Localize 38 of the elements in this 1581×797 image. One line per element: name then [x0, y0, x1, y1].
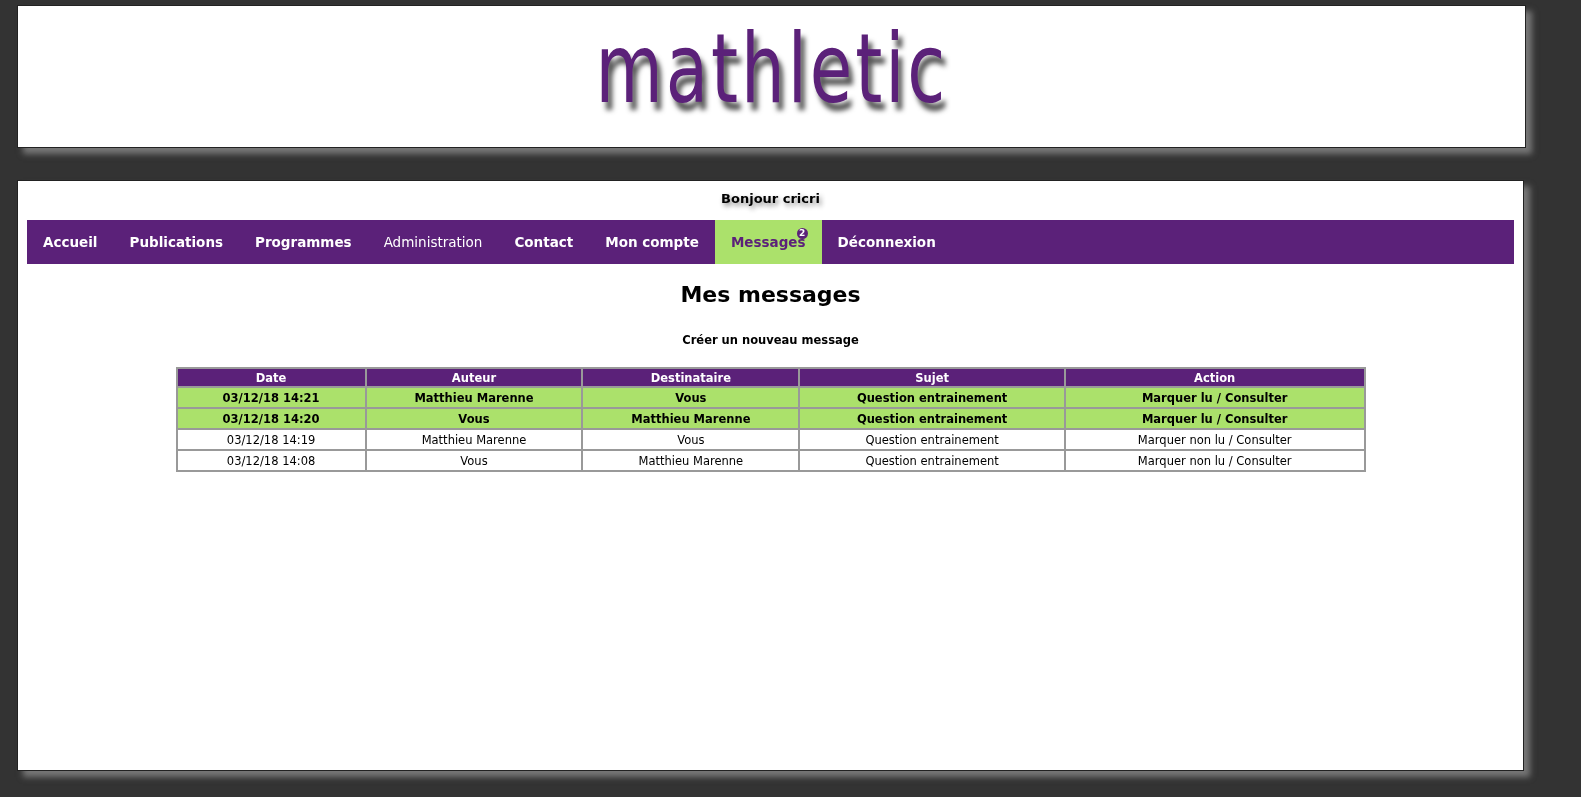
table-cell[interactable]: Marquer lu / Consulter: [1064, 387, 1365, 408]
greeting-text: Bonjour cricri: [721, 190, 820, 208]
table-cell: Matthieu Marenne: [365, 429, 583, 450]
nav-item[interactable]: Accueil: [27, 220, 114, 264]
table-cell: Matthieu Marenne: [582, 408, 800, 429]
nav-item[interactable]: Administration: [367, 220, 499, 264]
nav-item[interactable]: Publications: [113, 220, 240, 264]
nav-item[interactable]: Programmes: [239, 220, 368, 264]
table-cell: 03/12/18 14:08: [176, 450, 366, 471]
table-cell: Vous: [582, 387, 800, 408]
table-cell: Vous: [365, 450, 583, 471]
nav-item[interactable]: Messages 2: [714, 220, 822, 264]
table-cell[interactable]: Marquer lu / Consulter: [1064, 408, 1365, 429]
table-cell: Matthieu Marenne: [582, 450, 800, 471]
table-cell: Question entrainement: [799, 408, 1065, 429]
table-cell: Matthieu Marenne: [365, 387, 583, 408]
table-cell: 03/12/18 14:19: [176, 429, 366, 450]
table-cell: Vous: [582, 429, 800, 450]
column-header: Auteur: [365, 368, 583, 387]
table-cell: 03/12/18 14:21: [176, 387, 366, 408]
table-cell: Question entrainement: [799, 387, 1065, 408]
site-logo: mathletic: [595, 20, 948, 127]
table-cell: Question entrainement: [799, 450, 1065, 471]
nav-item[interactable]: Contact: [498, 220, 590, 264]
column-header: Action: [1064, 368, 1365, 387]
table-cell: Vous: [365, 408, 583, 429]
column-header: Destinataire: [582, 368, 800, 387]
page-title: Mes messages: [680, 282, 861, 307]
column-header: Sujet: [799, 368, 1065, 387]
table-cell: 03/12/18 14:20: [176, 408, 366, 429]
nav-item[interactable]: Déconnexion: [821, 220, 952, 264]
nav-item[interactable]: Mon compte: [589, 220, 715, 264]
table-cell[interactable]: Marquer non lu / Consulter: [1064, 450, 1365, 471]
column-header: Date: [176, 368, 366, 387]
table-cell: Question entrainement: [799, 429, 1065, 450]
new-message-link[interactable]: Créer un nouveau message: [682, 333, 859, 347]
count-badge: 2: [796, 228, 808, 239]
table-cell[interactable]: Marquer non lu / Consulter: [1064, 429, 1365, 450]
